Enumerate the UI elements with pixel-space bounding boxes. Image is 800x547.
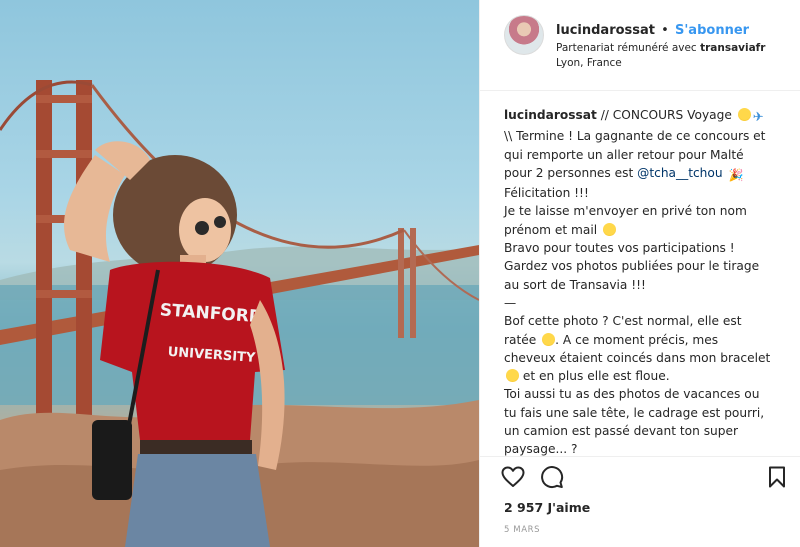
partnership-line: Partenariat rémunéré avec transaviafr (556, 42, 765, 54)
airplane-emoji-icon: ✈ (752, 110, 764, 125)
caption-line: et en plus elle est floue. (504, 367, 794, 385)
party-popper-emoji-icon: 🎉 (728, 167, 744, 182)
partnership-prefix: Partenariat rémunéré avec (556, 42, 697, 54)
like-button[interactable] (500, 464, 526, 490)
mention-link[interactable]: @tcha__tchou (637, 166, 722, 180)
post-date[interactable]: 5 MARS (504, 525, 540, 535)
follow-button[interactable]: S'abonner (675, 23, 749, 38)
avatar[interactable] (504, 15, 544, 55)
sweat-smile-emoji-icon (542, 332, 556, 346)
bookmark-icon (769, 466, 785, 488)
caption-line: Bravo pour toutes vos participations ! (504, 241, 735, 256)
caption-line: Félicitation !!! (504, 186, 589, 201)
caption-line: Je te laisse m'envoyer en privé ton nom (504, 204, 747, 219)
caption-author[interactable]: lucindarossat (504, 108, 597, 122)
grinning-emoji-icon (737, 108, 751, 121)
comment-button[interactable] (539, 464, 565, 490)
partner-link[interactable]: transaviafr (700, 42, 765, 54)
caption-line: Bof cette photo ? C'est normal, elle est (504, 314, 742, 329)
caption-line: prénom et mail (504, 221, 794, 239)
caption-line: cheveux étaient coincés dans mon bracele… (504, 350, 771, 365)
smile-emoji-icon (506, 369, 519, 383)
post-header: lucindarossat • S'abonner Partenariat ré… (480, 0, 800, 91)
caption-line: un camion est passé devant ton super (504, 424, 739, 439)
save-button[interactable] (764, 464, 790, 490)
caption-line: qui remporte un aller retour pour Malté (504, 147, 744, 162)
caption-text: . A ce moment précis, mes (555, 332, 719, 347)
caption-text: pour 2 personnes est (504, 165, 638, 180)
header-user-line: lucindarossat • S'abonner (556, 23, 749, 38)
header-username[interactable]: lucindarossat (556, 23, 655, 38)
caption-line: \\ Termine ! La gagnante de ce concours … (504, 129, 766, 144)
caption-line: Gardez vos photos publiées pour le tirag… (504, 259, 760, 274)
location-link[interactable]: Lyon, France (556, 57, 622, 69)
caption-text: prénom et mail (504, 222, 598, 237)
heart-icon (501, 466, 525, 487)
post-side-panel: lucindarossat • S'abonner Partenariat ré… (479, 0, 800, 547)
header-separator: • (661, 23, 669, 38)
caption-line: ratée . A ce moment précis, mes (504, 331, 794, 349)
comment-icon (541, 466, 564, 489)
caption-line: tu fais une sale tête, le cadrage est po… (504, 405, 765, 420)
caption-text: et en plus elle est floue. (519, 369, 670, 384)
like-count[interactable]: 2 957 J'aime (504, 500, 590, 515)
post-actions: 2 957 J'aime 5 MARS (480, 456, 800, 547)
grinning-emoji-icon (603, 222, 617, 236)
caption-line: lucindarossat // CONCOURS Voyage ✈ (504, 106, 794, 127)
photo-illustration: STANFORD UNIVERSITY (0, 80, 479, 547)
post-photo[interactable]: STANFORD UNIVERSITY (0, 0, 479, 547)
caption-text: // CONCOURS Voyage (596, 108, 732, 122)
caption-line: Toi aussi tu as des photos de vacances o… (504, 387, 760, 402)
caption-line: — (504, 295, 517, 310)
caption-line: pour 2 personnes est @tcha__tchou 🎉 (504, 164, 794, 184)
post-caption: lucindarossat // CONCOURS Voyage ✈ \\ Te… (504, 106, 794, 459)
caption-text: ratée (504, 332, 537, 347)
caption-line: au sort de Transavia !!! (504, 277, 646, 292)
